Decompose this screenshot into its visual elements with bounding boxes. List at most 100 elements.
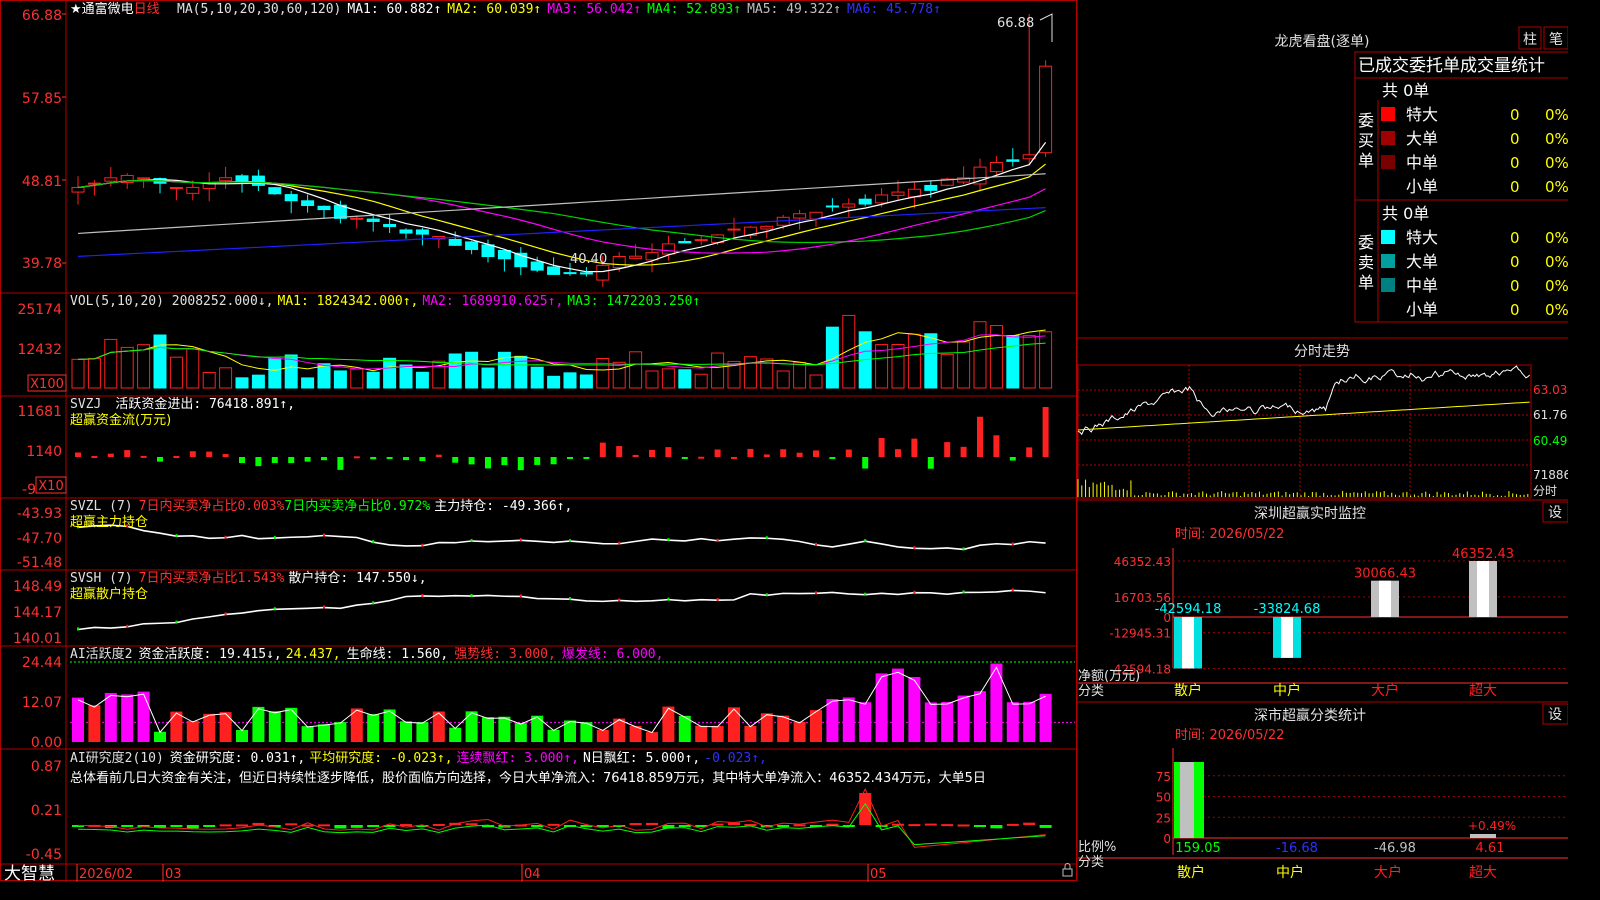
- volume-bar: [547, 375, 561, 389]
- research-bar: [186, 825, 199, 829]
- volume-bar: [366, 371, 380, 389]
- intraday-pane[interactable]: [1077, 364, 1532, 499]
- volume-bar: [399, 364, 413, 389]
- activity-bar: [88, 705, 101, 742]
- ai3-pane[interactable]: [72, 787, 1052, 848]
- classify-time: 时间: 2026/05/22: [1175, 728, 1284, 743]
- stock-name: 通富微电: [82, 1, 134, 17]
- candle-body: [694, 239, 708, 242]
- fund-flow-bar: [534, 457, 541, 465]
- volume-pane[interactable]: [71, 314, 1053, 389]
- fund-flow-bar: [862, 457, 869, 469]
- volume-bar: [350, 368, 364, 389]
- main-position-line-marker: [618, 541, 621, 545]
- fund-flow-bar: [698, 456, 705, 459]
- volume-bar: [973, 321, 987, 389]
- svzl-pane[interactable]: [77, 524, 1046, 551]
- star-icon: ★: [70, 2, 82, 17]
- volume-bar: [957, 341, 971, 389]
- date-label: 2026/02: [79, 867, 133, 882]
- research-bar: [318, 824, 330, 827]
- monitor-bar-散户: [1174, 617, 1202, 669]
- research-bar: [941, 824, 954, 827]
- activity-bar: [334, 722, 347, 742]
- ai3-axis-label: 0.21: [31, 803, 62, 819]
- candle-body: [661, 243, 675, 255]
- candle-body: [530, 261, 544, 271]
- retail-position-line-marker: [1011, 588, 1014, 592]
- ai2-pane[interactable]: [70, 661, 1075, 742]
- activity-bar: [154, 731, 166, 742]
- activity-bar: [137, 691, 150, 742]
- fund-flow-bar: [485, 457, 491, 469]
- fund-flow-bar: [796, 452, 803, 457]
- buy-row-name: 特大: [1406, 105, 1438, 124]
- classify-chart[interactable]: 75 50 25 0 +0.49% 159.05 散户 -16.68 中户 -46.98 大户 4.6…: [1078, 748, 1568, 881]
- ai3-description: 总体看前几日大资金有关注，但近日持续性逐步降低，股价面临方向选择，今日大单净流入…: [70, 770, 986, 786]
- buy-row-count: 0: [1510, 178, 1520, 196]
- vol-unit: X100: [30, 377, 64, 392]
- candle-body: [760, 225, 774, 230]
- activity-bar: [957, 695, 970, 742]
- date-label: 04: [524, 867, 541, 882]
- monitor-category-label: 散户: [1174, 682, 1202, 699]
- retail-position-line-marker: [667, 597, 670, 601]
- research-line-red: [77, 787, 1046, 848]
- svzj-axis-label: -9: [22, 482, 36, 498]
- fund-flow-bar: [960, 446, 967, 457]
- sell-row-count: 0: [1510, 253, 1520, 271]
- fund-flow-bar: [583, 457, 590, 459]
- kline-axis-label: 57.85: [22, 91, 62, 107]
- volume-bar: [825, 326, 839, 389]
- fund-flow-bar: [140, 455, 147, 458]
- svsh-pane[interactable]: [77, 588, 1046, 631]
- classify-axis-label: 75: [1156, 770, 1171, 784]
- fund-flow-bar: [1042, 407, 1049, 457]
- research-bar: [170, 825, 183, 827]
- volume-bar: [481, 367, 495, 389]
- fund-flow-bar: [517, 457, 524, 471]
- candle-body: [399, 229, 413, 234]
- activity-bar: [416, 722, 429, 742]
- retail-position-line-marker: [273, 607, 276, 611]
- research-bar: [1039, 825, 1052, 828]
- retail-position-line-marker: [421, 593, 424, 597]
- activity-bar: [1039, 693, 1052, 742]
- monitor-value-label: -33824.68: [1254, 602, 1321, 617]
- retail-position-line-marker: [470, 594, 473, 598]
- activity-bar: [498, 716, 511, 742]
- retail-position-line-marker: [77, 627, 79, 631]
- kline-pane[interactable]: [71, 13, 1053, 287]
- research-bar: [711, 823, 724, 826]
- candle-body: [350, 217, 364, 220]
- fund-flow-bar: [731, 456, 737, 459]
- buy-row-name: 大单: [1406, 129, 1438, 148]
- monitor-bar-highlight: [1281, 617, 1293, 658]
- sell-row-name: 中单: [1406, 276, 1438, 295]
- fund-flow-bar: [1026, 447, 1033, 457]
- fund-flow-bar: [288, 457, 295, 464]
- svzl-axis-label: -51.48: [17, 555, 62, 571]
- main-position-line-marker: [569, 539, 571, 543]
- activity-bar: [974, 691, 986, 742]
- volume-bar: [924, 333, 938, 389]
- activity-bar: [449, 727, 462, 742]
- main-position-line-marker: [175, 534, 178, 538]
- activity-bar: [285, 707, 298, 742]
- fund-flow-bar: [977, 416, 983, 457]
- svzj-sub: 超赢资金流(万元): [70, 412, 171, 428]
- stock-chart-canvas[interactable]: 66.88 57.85 48.81 39.78 25174 12432 1168…: [0, 0, 1568, 882]
- lock-icon[interactable]: [1062, 863, 1073, 877]
- candle-body: [71, 186, 85, 193]
- main-position-line-marker: [1011, 542, 1014, 546]
- candle-body: [137, 177, 151, 180]
- fund-flow-bar: [353, 456, 360, 459]
- candle-body: [678, 241, 692, 244]
- activity-bar: [367, 714, 380, 742]
- svsh-header: SVSH (7) 7日内买卖净占比1.543% 散户持仓: 147.550↓,: [70, 570, 427, 586]
- activity-bar: [842, 697, 855, 742]
- activity-bar: [301, 726, 314, 742]
- high-price-label: 66.88: [997, 16, 1034, 31]
- monitor-chart[interactable]: 46352.4316703.560-12945.31-42594.18-4259…: [1078, 547, 1568, 699]
- svzj-pane[interactable]: [75, 407, 1049, 471]
